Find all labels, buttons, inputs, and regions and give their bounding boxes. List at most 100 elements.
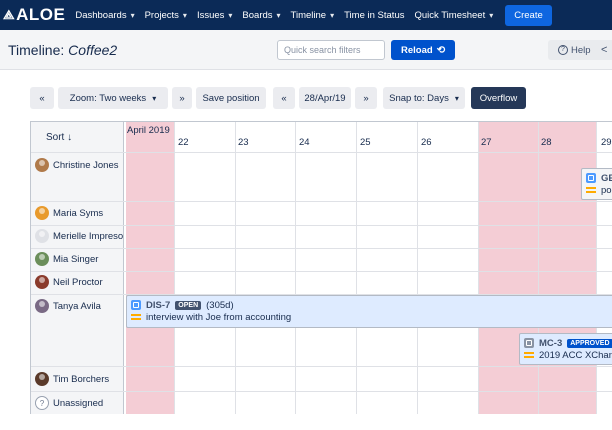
task-icon: [524, 338, 534, 348]
page-title-name: Coffee2: [68, 42, 118, 58]
assignee-row-label[interactable]: Maria Syms: [35, 206, 103, 220]
row-divider: [31, 271, 612, 272]
weekend-column: [126, 122, 174, 414]
issue-key: GE: [601, 172, 612, 184]
day-separator: [417, 122, 418, 414]
assignee-name: Christine Jones: [53, 159, 119, 171]
row-divider: [31, 201, 612, 202]
task-icon: [131, 300, 141, 310]
avatar: [35, 206, 49, 220]
day-label: 25: [360, 137, 371, 148]
help-button[interactable]: ? Help: [548, 40, 601, 60]
timeline-toolbar: « Zoom: Two weeks ▾ » Save position « 28/…: [0, 87, 612, 109]
assignee-row-label[interactable]: Christine Jones: [35, 158, 118, 172]
nav-boards-label: Boards: [242, 9, 273, 21]
row-divider: [31, 248, 612, 249]
timeline-grid: Sort ↓ April 2019 22 23 24 25 26 27 28 2…: [30, 121, 612, 414]
day-separator: [356, 122, 357, 414]
day-separator: [295, 122, 296, 414]
assignee-row-label[interactable]: Tanya Avila: [35, 299, 101, 313]
reload-button[interactable]: Reload ⟲: [391, 40, 456, 60]
date-next-button[interactable]: »: [355, 87, 377, 109]
issue-summary: interview with Joe from accounting: [146, 311, 292, 323]
assignee-name: Maria Syms: [53, 207, 104, 219]
issue-duration: (305d): [206, 299, 234, 311]
chevron-down-icon: ▾: [152, 93, 157, 103]
avatar: [35, 275, 49, 289]
issue-card[interactable]: MC-3 APPROVED 2019 ACC XChan: [519, 333, 612, 365]
save-position-button[interactable]: Save position: [196, 87, 266, 109]
nav-timeline[interactable]: Timeline ▾: [291, 10, 335, 21]
zoom-label: Zoom: Two weeks: [69, 92, 147, 104]
assignee-name: Tanya Avila: [53, 300, 101, 312]
overflow-button[interactable]: Overflow: [471, 87, 526, 109]
day-label: 27: [481, 137, 492, 148]
nav-projects[interactable]: Projects ▾: [145, 10, 187, 21]
assignee-row-label[interactable]: Merielle Impreso: [35, 229, 123, 243]
row-divider: [31, 366, 612, 367]
row-divider: [31, 152, 612, 153]
priority-medium-icon: [586, 187, 596, 193]
nav-boards[interactable]: Boards ▾: [242, 10, 280, 21]
nav-quick-timesheet[interactable]: Quick Timesheet ▾: [414, 10, 493, 21]
row-divider: [31, 391, 612, 392]
priority-medium-icon: [524, 352, 534, 358]
avatar: [35, 372, 49, 386]
status-badge: OPEN: [175, 300, 202, 310]
snap-select[interactable]: Snap to: Days ▾: [383, 87, 465, 109]
chevron-down-icon: ▾: [489, 10, 494, 20]
issue-summary: 2019 ACC XChan: [539, 349, 612, 361]
nav-dashboards[interactable]: Dashboards ▾: [75, 10, 134, 21]
priority-medium-icon: [131, 314, 141, 320]
avatar: [35, 158, 49, 172]
nav-quick-timesheet-label: Quick Timesheet: [414, 9, 486, 21]
create-button[interactable]: Create: [505, 4, 552, 26]
page-title: Timeline: Coffee2: [8, 42, 117, 58]
zoom-next-button[interactable]: »: [172, 87, 192, 109]
reload-label: Reload: [401, 44, 433, 56]
chevron-down-icon: ▾: [182, 10, 187, 20]
snap-label: Snap to: Days: [389, 92, 449, 104]
row-divider: [31, 225, 612, 226]
page-header: Timeline: Coffee2 Quick search filters R…: [0, 30, 612, 70]
assignee-row-label[interactable]: Neil Proctor: [35, 275, 103, 289]
nav-time-in-status-label: Time in Status: [344, 9, 405, 21]
nav-issues-label: Issues: [196, 9, 225, 21]
assignee-row-label[interactable]: Tim Borchers: [35, 372, 109, 386]
top-navigation-bar: ⟁ ALOE Dashboards ▾ Projects ▾ Issues ▾ Boa…: [0, 0, 612, 30]
assignee-name: Neil Proctor: [53, 276, 103, 288]
page-title-prefix: Timeline:: [8, 42, 69, 58]
nav-time-in-status[interactable]: Time in Status: [344, 10, 404, 21]
issue-key: MC-3: [539, 337, 563, 349]
share-icon[interactable]: <: [596, 40, 612, 60]
zoom-select[interactable]: Zoom: Two weeks ▾: [58, 87, 168, 109]
day-separator: [478, 122, 479, 414]
assignee-name: Merielle Impreso: [53, 230, 124, 242]
nav-timeline-label: Timeline: [290, 9, 327, 21]
quick-search-input[interactable]: Quick search filters: [277, 40, 385, 60]
chevron-down-icon: ▾: [454, 93, 459, 103]
assignee-row-label[interactable]: Mia Singer: [35, 252, 98, 266]
issue-card[interactable]: GE pol: [581, 168, 612, 200]
avatar: [35, 229, 49, 243]
nav-projects-label: Projects: [144, 9, 179, 21]
assignee-row-label[interactable]: ? Unassigned: [35, 396, 103, 410]
weekend-column: [478, 122, 596, 414]
issue-card[interactable]: DIS-7 OPEN (305d) interview with Joe from …: [126, 295, 612, 328]
day-label: 22: [178, 137, 189, 148]
day-label: 29: [601, 137, 612, 148]
status-badge: APPROVED: [567, 338, 612, 348]
day-label: 24: [299, 137, 310, 148]
issue-key: DIS-7: [146, 299, 171, 311]
app-logo[interactable]: ⟁ ALOE: [3, 5, 65, 25]
avatar: [35, 252, 49, 266]
day-label: 28: [541, 137, 552, 148]
help-icon: ?: [558, 45, 568, 55]
date-prev-button[interactable]: «: [273, 87, 295, 109]
nav-issues[interactable]: Issues ▾: [197, 10, 232, 21]
date-field[interactable]: 28/Apr/19: [299, 87, 351, 109]
zoom-prev-button[interactable]: «: [30, 87, 54, 109]
refresh-icon: ⟲: [436, 44, 446, 56]
sort-header[interactable]: Sort ↓: [46, 132, 72, 143]
day-separator: [538, 122, 539, 414]
